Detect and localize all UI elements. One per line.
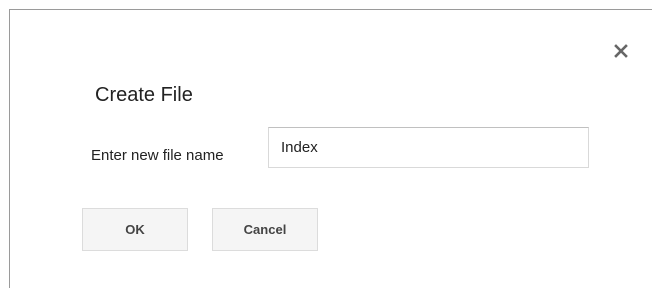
cancel-button[interactable]: Cancel bbox=[212, 208, 318, 251]
file-name-input[interactable] bbox=[268, 127, 589, 168]
file-name-label: Enter new file name bbox=[91, 147, 224, 164]
close-button[interactable] bbox=[610, 40, 632, 62]
close-icon bbox=[614, 44, 628, 58]
dialog-title: Create File bbox=[95, 84, 193, 106]
ok-button[interactable]: OK bbox=[82, 208, 188, 251]
create-file-dialog: Create File Enter new file name OK Cance… bbox=[9, 9, 652, 288]
